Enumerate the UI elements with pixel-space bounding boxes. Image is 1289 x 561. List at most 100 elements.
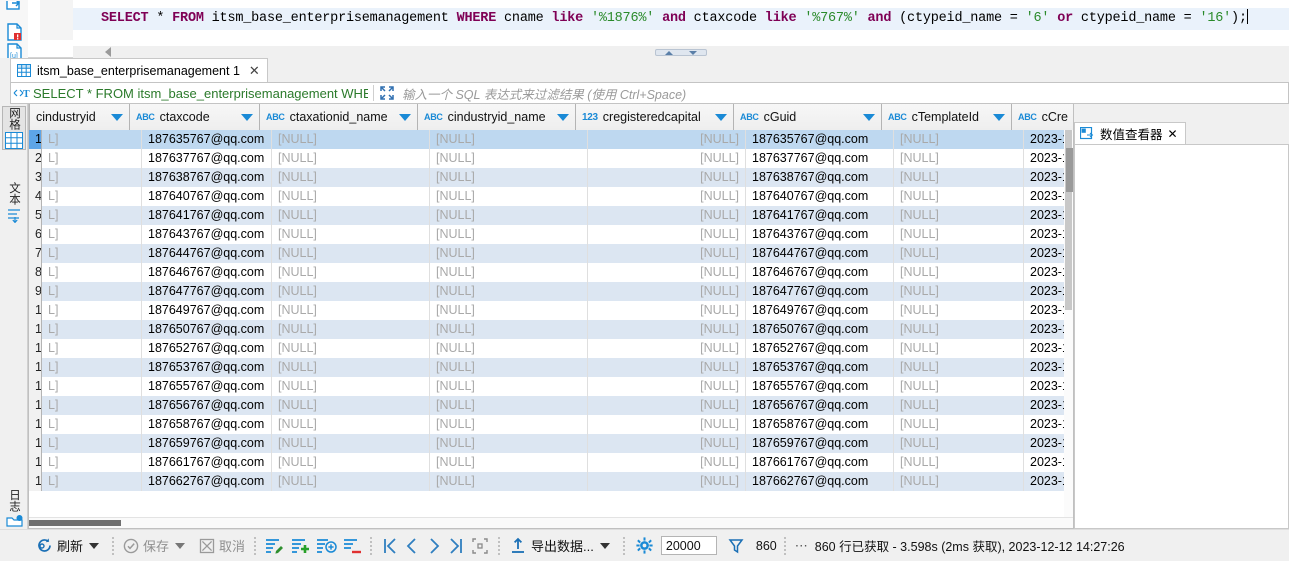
table-cell-ctaxationid_name[interactable]: [NULL] (272, 415, 430, 434)
table-cell-ctaxationid_name[interactable]: [NULL] (272, 320, 430, 339)
table-cell-cindustryid[interactable]: L] (42, 339, 142, 358)
table-cell-cregisteredcapital[interactable]: [NULL] (588, 225, 746, 244)
table-cell-cindustryid_name[interactable]: [NULL] (430, 396, 588, 415)
table-cell-cGuid[interactable]: 187656767@qq.com (746, 396, 894, 415)
table-cell-cindustryid[interactable]: L] (42, 244, 142, 263)
row-number[interactable]: 11 (29, 320, 42, 339)
table-cell-cregisteredcapital[interactable]: [NULL] (588, 130, 746, 149)
row-number[interactable]: 4 (29, 187, 42, 206)
value-viewer-tab[interactable]: 数值查看器 ✕ (1074, 122, 1186, 144)
table-cell-cGuid[interactable]: 187641767@qq.com (746, 206, 894, 225)
grid-column-header-cCre[interactable]: ABC cCre (1012, 104, 1073, 130)
chevron-down-icon[interactable] (241, 113, 253, 121)
table-cell-cindustryid_name[interactable]: [NULL] (430, 187, 588, 206)
filter-input-placeholder[interactable]: 输入一个 SQL 表达式来过滤结果 (使用 Ctrl+Space) (402, 84, 686, 103)
splitter-grip[interactable] (655, 49, 707, 56)
table-cell-cTemplateId[interactable]: [NULL] (894, 377, 1024, 396)
table-cell-cTemplateId[interactable]: [NULL] (894, 168, 1024, 187)
last-page-icon[interactable] (445, 535, 467, 557)
grid-body[interactable]: 1 L] 187635767@qq.com [NULL] [NULL] [NULL] 187… (29, 130, 1073, 491)
table-cell-ctaxationid_name[interactable]: [NULL] (272, 168, 430, 187)
table-cell-cTemplateId[interactable]: [NULL] (894, 320, 1024, 339)
table-cell-cGuid[interactable]: 187658767@qq.com (746, 415, 894, 434)
row-number[interactable]: 14 (29, 377, 42, 396)
row-number[interactable]: 1 (29, 130, 42, 149)
grid-column-header-cindustryid_name[interactable]: ABC cindustryid_name (418, 104, 576, 130)
table-cell-ctaxationid_name[interactable]: [NULL] (272, 301, 430, 320)
table-cell-cindustryid[interactable]: L] (42, 358, 142, 377)
table-cell-cTemplateId[interactable]: [NULL] (894, 149, 1024, 168)
table-row[interactable]: 1 L] 187635767@qq.com [NULL] [NULL] [NULL] 187… (29, 130, 1073, 149)
table-cell-cGuid[interactable]: 187662767@qq.com (746, 472, 894, 491)
gear-icon[interactable] (636, 537, 653, 554)
table-row[interactable]: 6 L] 187643767@qq.com [NULL] [NULL] [NULL] 187… (29, 225, 1073, 244)
editor-splitter[interactable] (73, 46, 1289, 58)
first-page-icon[interactable] (379, 535, 401, 557)
table-cell-cregisteredcapital[interactable]: [NULL] (588, 415, 746, 434)
table-cell-ctaxationid_name[interactable]: [NULL] (272, 472, 430, 491)
results-grid[interactable]: cindustryid ABC ctaxcode ABC ctaxationid_nam… (28, 104, 1074, 529)
row-number[interactable]: 6 (29, 225, 42, 244)
row-number[interactable]: 16 (29, 415, 42, 434)
table-cell-ctaxcode[interactable]: 187637767@qq.com (142, 149, 272, 168)
table-cell-cindustryid[interactable]: L] (42, 434, 142, 453)
table-cell-cindustryid[interactable]: L] (42, 187, 142, 206)
table-cell-ctaxcode[interactable]: 187644767@qq.com (142, 244, 272, 263)
table-row[interactable]: 7 L] 187644767@qq.com [NULL] [NULL] [NULL] 187… (29, 244, 1073, 263)
table-cell-ctaxcode[interactable]: 187649767@qq.com (142, 301, 272, 320)
table-cell-cGuid[interactable]: 187649767@qq.com (746, 301, 894, 320)
script-error-icon[interactable] (3, 22, 25, 42)
table-cell-cTemplateId[interactable]: [NULL] (894, 396, 1024, 415)
row-number[interactable]: 2 (29, 149, 42, 168)
table-cell-cindustryid_name[interactable]: [NULL] (430, 225, 588, 244)
table-cell-cindustryid_name[interactable]: [NULL] (430, 168, 588, 187)
table-cell-cindustryid_name[interactable]: [NULL] (430, 434, 588, 453)
table-row[interactable]: 17L]187659767@qq.com[NULL][NULL][NULL]18… (29, 434, 1073, 453)
table-cell-cGuid[interactable]: 187638767@qq.com (746, 168, 894, 187)
table-cell-ctaxcode[interactable]: 187659767@qq.com (142, 434, 272, 453)
table-cell-cregisteredcapital[interactable]: [NULL] (588, 358, 746, 377)
table-row[interactable]: 9 L] 187647767@qq.com [NULL] [NULL] [NULL] 187… (29, 282, 1073, 301)
close-icon[interactable]: ✕ (249, 63, 260, 79)
filter-funnel-icon[interactable] (727, 537, 745, 555)
table-row[interactable]: 4 L] 187640767@qq.com [NULL] [NULL] [NULL] 187… (29, 187, 1073, 206)
table-cell-cGuid[interactable]: 187647767@qq.com (746, 282, 894, 301)
table-cell-ctaxationid_name[interactable]: [NULL] (272, 206, 430, 225)
table-row[interactable]: 14L]187655767@qq.com[NULL][NULL][NULL]18… (29, 377, 1073, 396)
chevron-down-icon[interactable] (715, 113, 727, 121)
table-cell-cTemplateId[interactable]: [NULL] (894, 434, 1024, 453)
table-cell-cindustryid_name[interactable]: [NULL] (430, 130, 588, 149)
close-icon[interactable]: ✕ (1168, 127, 1178, 141)
table-cell-cregisteredcapital[interactable]: [NULL] (588, 244, 746, 263)
grid-column-header-ctaxcode[interactable]: ABC ctaxcode (130, 104, 260, 130)
chevron-down-icon[interactable] (993, 113, 1005, 121)
table-cell-cregisteredcapital[interactable]: [NULL] (588, 149, 746, 168)
script-export-icon[interactable] (3, 1, 25, 21)
table-cell-ctaxationid_name[interactable]: [NULL] (272, 263, 430, 282)
chevron-down-icon[interactable] (399, 113, 411, 121)
grid-column-header-cGuid[interactable]: ABC cGuid (734, 104, 882, 130)
table-cell-cTemplateId[interactable]: [NULL] (894, 244, 1024, 263)
table-cell-ctaxcode[interactable]: 187646767@qq.com (142, 263, 272, 282)
row-number[interactable]: 15 (29, 396, 42, 415)
table-cell-cindustryid[interactable]: L] (42, 282, 142, 301)
table-cell-cGuid[interactable]: 187637767@qq.com (746, 149, 894, 168)
value-viewer-body[interactable] (1074, 144, 1289, 529)
table-cell-ctaxcode[interactable]: 187638767@qq.com (142, 168, 272, 187)
table-cell-cindustryid[interactable]: L] (42, 320, 142, 339)
delete-row-icon[interactable] (341, 535, 363, 557)
table-row[interactable]: 11L]187650767@qq.com[NULL][NULL][NULL]18… (29, 320, 1073, 339)
table-cell-cTemplateId[interactable]: [NULL] (894, 415, 1024, 434)
table-cell-ctaxcode[interactable]: 187661767@qq.com (142, 453, 272, 472)
sidebar-item-log[interactable]: 日志 (2, 489, 26, 529)
table-cell-cGuid[interactable]: 187652767@qq.com (746, 339, 894, 358)
table-row[interactable]: 10L]187649767@qq.com[NULL][NULL][NULL]18… (29, 301, 1073, 320)
add-row-icon[interactable] (289, 535, 311, 557)
table-cell-cindustryid_name[interactable]: [NULL] (430, 282, 588, 301)
table-cell-cGuid[interactable]: 187635767@qq.com (746, 130, 894, 149)
table-cell-cTemplateId[interactable]: [NULL] (894, 263, 1024, 282)
table-row[interactable]: 16L]187658767@qq.com[NULL][NULL][NULL]18… (29, 415, 1073, 434)
chevron-down-icon[interactable] (863, 113, 875, 121)
refresh-button[interactable]: 刷新 (34, 534, 85, 558)
table-cell-ctaxcode[interactable]: 187655767@qq.com (142, 377, 272, 396)
